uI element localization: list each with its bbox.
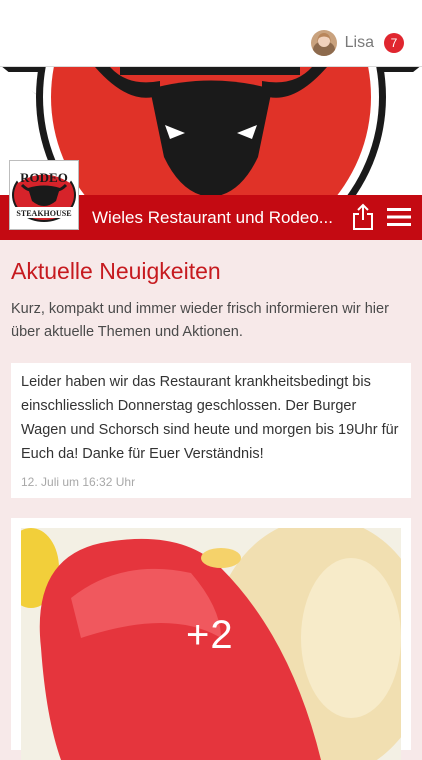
user-profile[interactable]: Lisa 7: [310, 30, 404, 56]
post-photo[interactable]: +2: [21, 528, 401, 760]
user-name[interactable]: Lisa: [345, 34, 374, 52]
logo-bottom-text: STEAKHOUSE: [16, 209, 71, 218]
hamburger-menu-icon[interactable]: [386, 206, 412, 228]
section-intro: Kurz, kompakt und immer wieder frisch in…: [11, 301, 389, 340]
post-date: 12. Juli um 16:32 Uhr: [21, 475, 136, 489]
more-photos-count[interactable]: +2: [186, 613, 234, 658]
news-post[interactable]: Leider haben wir das Restaurant krankhei…: [11, 363, 411, 498]
page-title: Wieles Restaurant und Rodeo...: [92, 208, 333, 227]
restaurant-logo[interactable]: RODEO STEAKHOUSE: [9, 160, 79, 230]
user-avatar[interactable]: [310, 30, 337, 56]
photo-post[interactable]: +2: [11, 518, 411, 760]
top-bar: Lisa 7: [0, 0, 422, 67]
notification-badge[interactable]: 7: [384, 33, 404, 53]
section-title: Aktuelle Neuigkeiten: [11, 258, 221, 284]
post-text: Leider haben wir das Restaurant krankhei…: [21, 374, 399, 462]
share-icon[interactable]: [350, 203, 376, 231]
logo-top-text: RODEO: [20, 170, 68, 185]
